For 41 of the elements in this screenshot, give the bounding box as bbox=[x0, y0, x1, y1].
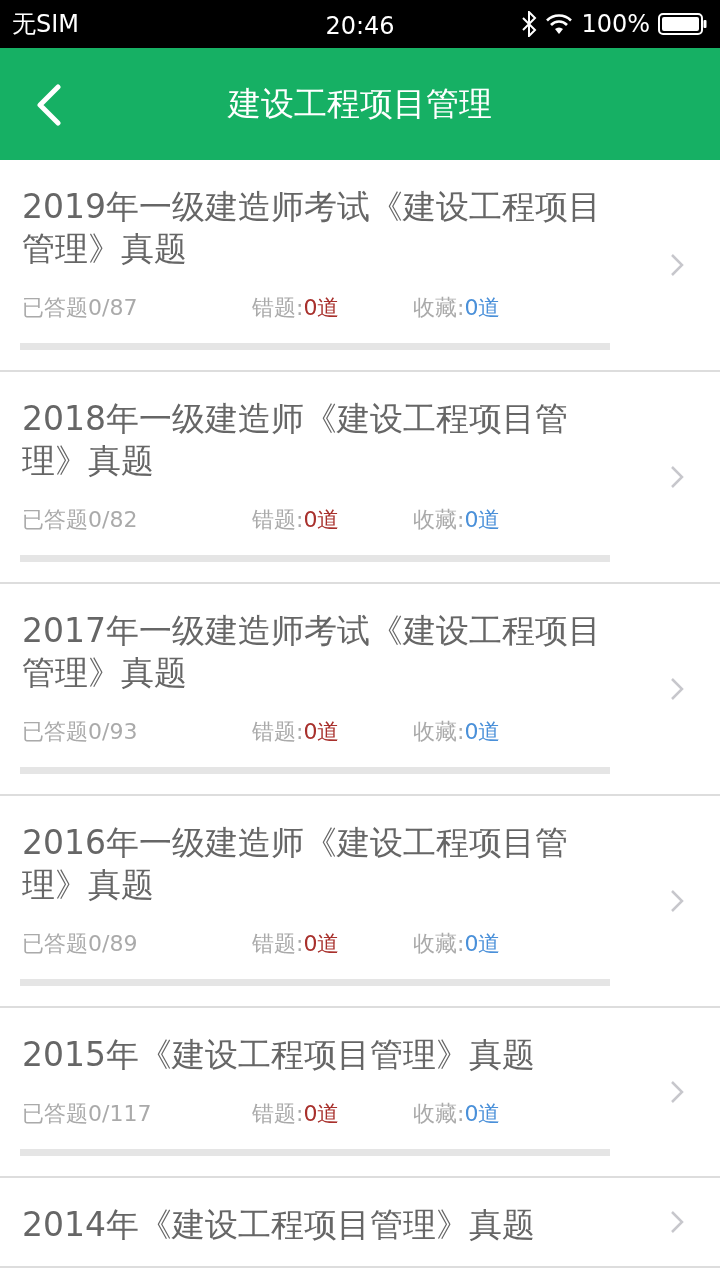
paper-item[interactable]: 2019年一级建造师考试《建设工程项目管理》真题 已答题0/87 错题:0道 收藏:0道 bbox=[0, 160, 720, 372]
back-icon bbox=[36, 84, 62, 126]
chevron-icon bbox=[670, 465, 684, 489]
page-title: 建设工程项目管理 bbox=[228, 83, 492, 126]
paper-item[interactable]: 2017年一级建造师考试《建设工程项目管理》真题 已答题0/93 错题:0道 收藏:0道 bbox=[0, 584, 720, 796]
paper-item[interactable]: 2016年一级建造师《建设工程项目管理》真题 已答题0/89 错题:0道 收藏:0道 bbox=[0, 796, 720, 1008]
clock-text: 20:46 bbox=[325, 11, 395, 42]
carrier-text: 无SIM bbox=[12, 9, 80, 40]
paper-item[interactable]: 2015年《建设工程项目管理》真题 已答题0/117 错题:0道 收藏:0道 bbox=[0, 1008, 720, 1178]
wrong-count: 错题:0道 bbox=[252, 718, 341, 746]
chevron-icon bbox=[670, 889, 684, 913]
favorite-count: 收藏:0道 bbox=[413, 506, 501, 534]
answered-count: 已答题0/93 bbox=[22, 718, 139, 746]
favorite-count: 收藏:0道 bbox=[413, 1100, 501, 1128]
favorite-count: 收藏:0道 bbox=[413, 930, 501, 958]
favorite-count: 收藏:0道 bbox=[413, 294, 501, 322]
chevron-icon bbox=[670, 1080, 684, 1104]
answered-count: 已答题0/89 bbox=[22, 930, 139, 958]
chevron-icon bbox=[670, 1210, 684, 1234]
answered-count: 已答题0/117 bbox=[22, 1100, 153, 1128]
wrong-count: 错题:0道 bbox=[252, 1100, 341, 1128]
paper-item[interactable]: 2018年一级建造师《建设工程项目管理》真题 已答题0/82 错题:0道 收藏:0道 bbox=[0, 372, 720, 584]
chevron-icon bbox=[670, 677, 684, 701]
paper-title: 2019年一级建造师考试《建设工程项目管理》真题 bbox=[22, 186, 602, 270]
paper-title: 2014年《建设工程项目管理》真题 bbox=[22, 1204, 536, 1246]
wifi-icon bbox=[545, 13, 574, 35]
favorite-count: 收藏:0道 bbox=[413, 718, 501, 746]
chevron-icon bbox=[670, 253, 684, 277]
paper-title: 2017年一级建造师考试《建设工程项目管理》真题 bbox=[22, 610, 602, 694]
paper-title: 2015年《建设工程项目管理》真题 bbox=[22, 1034, 536, 1076]
battery-percent: 100% bbox=[581, 9, 650, 40]
battery-icon bbox=[658, 13, 708, 35]
wrong-count: 错题:0道 bbox=[252, 294, 341, 322]
paper-title: 2016年一级建造师《建设工程项目管理》真题 bbox=[22, 822, 569, 906]
wrong-count: 错题:0道 bbox=[252, 506, 341, 534]
answered-count: 已答题0/82 bbox=[22, 506, 139, 534]
bluetooth-icon bbox=[521, 11, 538, 37]
answered-count: 已答题0/87 bbox=[22, 294, 139, 322]
paper-title: 2018年一级建造师《建设工程项目管理》真题 bbox=[22, 398, 569, 482]
paper-item[interactable]: 2014年《建设工程项目管理》真题 bbox=[0, 1178, 720, 1268]
wrong-count: 错题:0道 bbox=[252, 930, 341, 958]
